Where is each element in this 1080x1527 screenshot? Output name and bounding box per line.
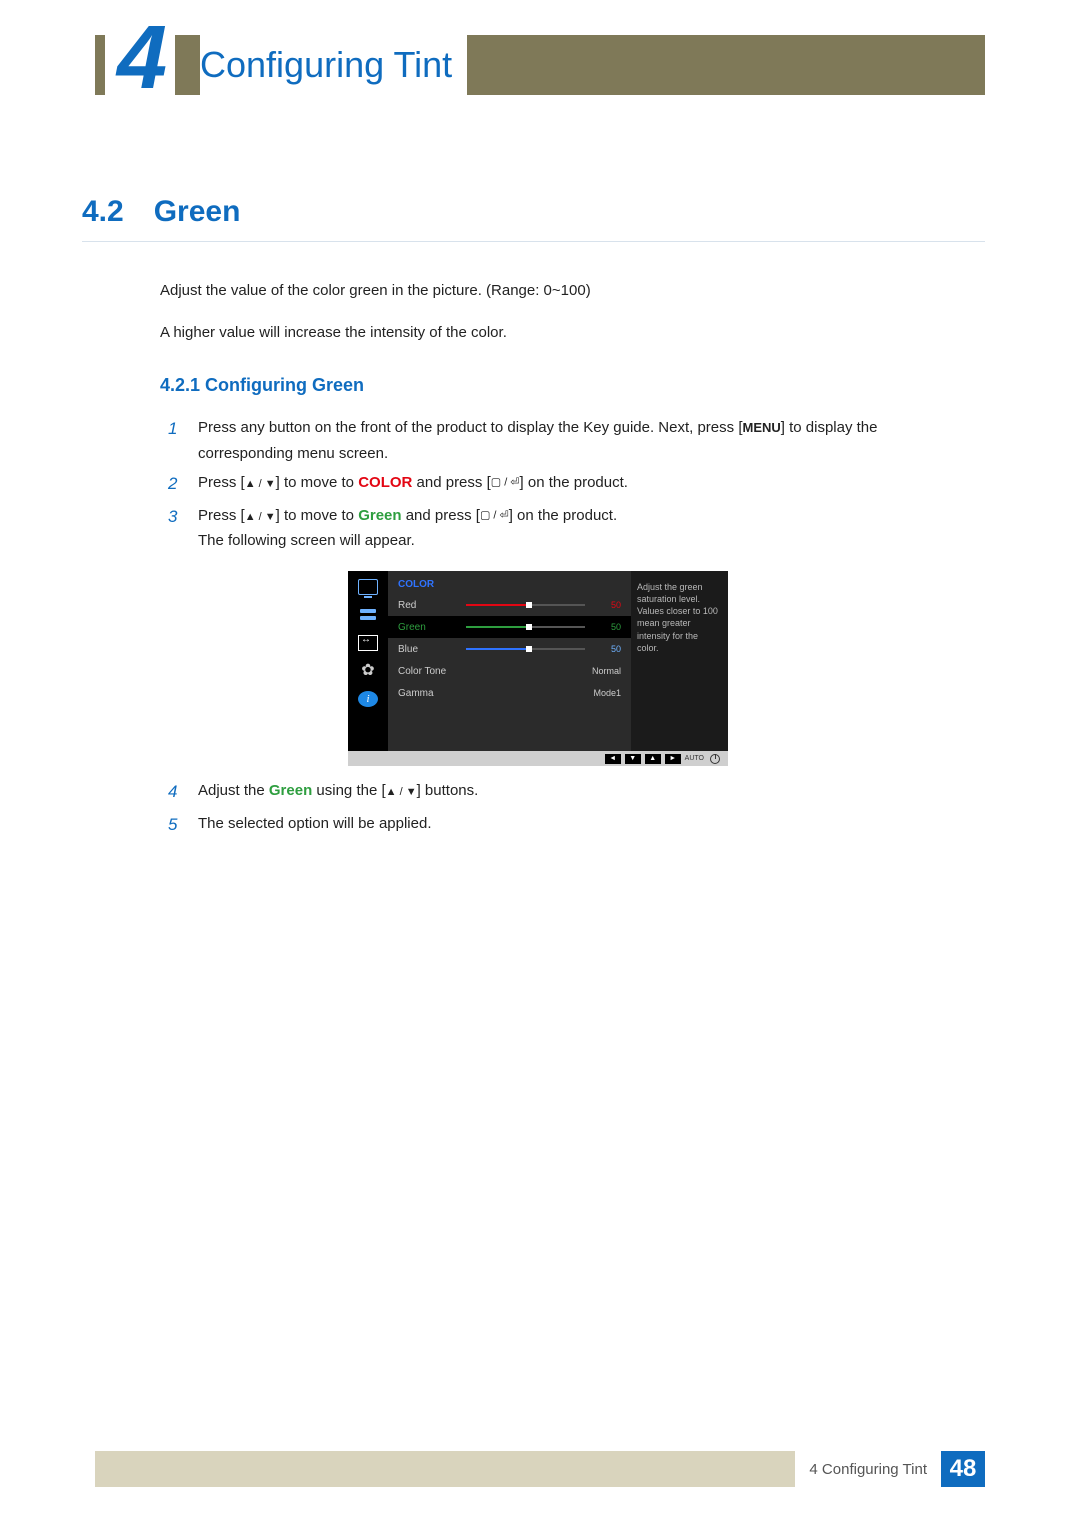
power-icon	[710, 754, 720, 764]
osd-sidebar: ✿ i	[348, 571, 388, 751]
highlight-color: COLOR	[358, 474, 412, 491]
info-icon: i	[358, 691, 378, 707]
osd-main-panel: COLOR Red 50 Green 50 Blue 50 Color Tone…	[388, 571, 631, 751]
step-text: Adjust the Green using the [▲ / ▼] butto…	[198, 778, 950, 807]
left-arrow-icon: ◄	[605, 754, 621, 764]
subsection-heading: 4.2.1 Configuring Green	[160, 375, 364, 396]
menu-keyword: MENU	[742, 420, 780, 435]
osd-row-label: Gamma	[398, 688, 460, 699]
up-down-arrows-icon: ▲ / ▼	[245, 511, 276, 523]
osd-row-red: Red 50	[388, 594, 631, 616]
right-arrow-icon: ►	[665, 754, 681, 764]
highlight-green: Green	[269, 782, 312, 799]
up-down-arrows-icon: ▲ / ▼	[386, 786, 417, 798]
up-down-arrows-icon: ▲ / ▼	[245, 478, 276, 490]
osd-row-label: Green	[398, 622, 460, 633]
step-text: The selected option will be applied.	[198, 811, 950, 840]
step-number: 4	[168, 778, 182, 807]
osd-screenshot: ✿ i COLOR Red 50 Green 50 Blue 50 Color	[348, 571, 728, 766]
step-number: 1	[168, 415, 182, 466]
intro-paragraph-1: Adjust the value of the color green in t…	[160, 280, 940, 303]
osd-row-value: 50	[591, 600, 621, 610]
footer-chapter-label: 4 Configuring Tint	[795, 1451, 941, 1487]
up-arrow-icon: ▲	[645, 754, 661, 764]
step-3: 3 Press [▲ / ▼] to move to Green and pre…	[168, 503, 950, 554]
osd-footer: ◄ ▼ ▲ ► AUTO	[348, 751, 728, 766]
step-text: Press [▲ / ▼] to move to Green and press…	[198, 503, 950, 554]
highlight-green: Green	[358, 507, 401, 524]
osd-row-value: 50	[591, 622, 621, 632]
step-number: 5	[168, 811, 182, 840]
select-enter-icon: ▢ / ⏎	[480, 510, 509, 522]
osd-help-text: Adjust the green saturation level. Value…	[631, 571, 728, 751]
footer-bar	[95, 1451, 795, 1487]
step-4: 4 Adjust the Green using the [▲ / ▼] but…	[168, 778, 950, 807]
step-5: 5 The selected option will be applied.	[168, 811, 950, 840]
osd-row-value: 50	[591, 644, 621, 654]
osd-row-blue: Blue 50	[388, 638, 631, 660]
chapter-title: Configuring Tint	[200, 35, 467, 95]
osd-slider	[466, 602, 585, 608]
down-arrow-icon: ▼	[625, 754, 641, 764]
settings-icon: ✿	[358, 663, 378, 679]
step-1: 1 Press any button on the front of the p…	[168, 415, 950, 466]
step-text: Press any button on the front of the pro…	[198, 415, 950, 466]
osd-slider	[466, 646, 585, 652]
page-number: 48	[941, 1451, 985, 1487]
osd-row-color-tone: Color Tone Normal	[388, 660, 631, 682]
step-number: 3	[168, 503, 182, 554]
chapter-number-box: 4	[105, 8, 175, 108]
step-number: 2	[168, 470, 182, 499]
step-list-bottom: 4 Adjust the Green using the [▲ / ▼] but…	[168, 778, 950, 844]
osd-row-label: Red	[398, 600, 460, 611]
section-number: 4.2	[82, 195, 124, 229]
select-enter-icon: ▢ / ⏎	[491, 477, 520, 489]
color-icon	[358, 607, 378, 623]
section-title: Green	[154, 195, 241, 229]
osd-row-label: Color Tone	[398, 666, 460, 677]
osd-row-label: Blue	[398, 644, 460, 655]
step-list-top: 1 Press any button on the front of the p…	[168, 415, 950, 558]
osd-row-value: Normal	[592, 666, 621, 676]
osd-row-value: Mode1	[593, 688, 621, 698]
osd-panel-title: COLOR	[388, 575, 631, 594]
intro-paragraph-2: A higher value will increase the intensi…	[160, 322, 940, 345]
section-heading: 4.2 Green	[82, 195, 985, 242]
page-footer: 4 Configuring Tint 48	[95, 1451, 985, 1487]
auto-label: AUTO	[685, 755, 706, 762]
step-text: Press [▲ / ▼] to move to COLOR and press…	[198, 470, 950, 499]
step-2: 2 Press [▲ / ▼] to move to COLOR and pre…	[168, 470, 950, 499]
picture-icon	[358, 579, 378, 595]
osd-slider	[466, 624, 585, 630]
osd-row-gamma: Gamma Mode1	[388, 682, 631, 704]
osd-row-green-selected: Green 50	[388, 616, 631, 638]
chapter-number: 4	[117, 13, 163, 103]
size-icon	[358, 635, 378, 651]
